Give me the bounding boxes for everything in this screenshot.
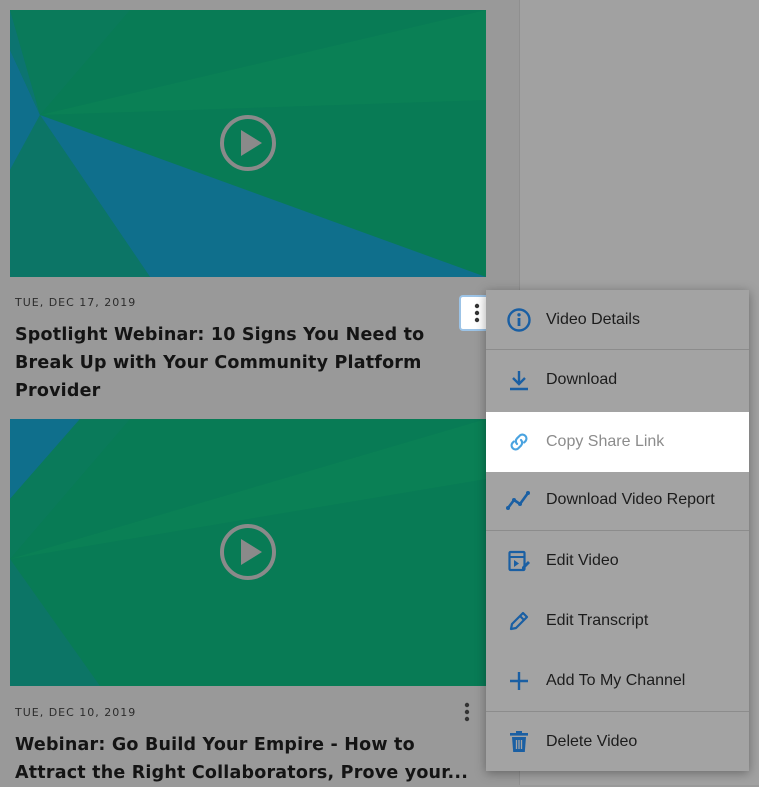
- edit-video-icon: [506, 548, 532, 574]
- video-context-menu: Video Details Download Copy Share Link D…: [486, 290, 749, 771]
- menu-item-label: Edit Transcript: [546, 612, 649, 629]
- more-options-button[interactable]: [451, 696, 483, 728]
- play-circle-icon[interactable]: [219, 523, 277, 581]
- menu-item-label: Add To My Channel: [546, 672, 686, 689]
- video-thumbnail[interactable]: [10, 10, 486, 277]
- info-circle-icon: [506, 307, 532, 333]
- plus-icon: [506, 668, 532, 694]
- pencil-icon: [506, 608, 532, 634]
- video-card[interactable]: TUE, DEC 10, 2019 Webinar: Go Build Your…: [10, 419, 486, 783]
- video-date: TUE, DEC 17, 2019: [15, 296, 137, 309]
- menu-item-label: Delete Video: [546, 733, 638, 750]
- video-title[interactable]: Spotlight Webinar: 10 Signs You Need to …: [15, 321, 485, 405]
- menu-item-label: Download: [546, 371, 618, 388]
- menu-item-label: Download Video Report: [546, 491, 715, 508]
- menu-item-label: Edit Video: [546, 552, 619, 569]
- download-icon: [506, 367, 532, 393]
- chart-line-icon: [506, 487, 532, 513]
- more-vertical-icon: [464, 702, 470, 722]
- menu-item-copy-share-link[interactable]: Copy Share Link: [486, 412, 749, 472]
- menu-item-edit-transcript[interactable]: Edit Transcript: [486, 591, 749, 651]
- menu-item-add-to-my-channel[interactable]: Add To My Channel: [486, 651, 749, 711]
- menu-item-delete-video[interactable]: Delete Video: [486, 712, 749, 772]
- more-vertical-icon: [474, 303, 480, 323]
- menu-item-edit-video[interactable]: Edit Video: [486, 531, 749, 591]
- video-thumbnail[interactable]: [10, 419, 486, 686]
- menu-item-label: Video Details: [546, 311, 640, 328]
- video-date: TUE, DEC 10, 2019: [15, 706, 137, 719]
- video-card[interactable]: TUE, DEC 17, 2019 Spotlight Webinar: 10 …: [10, 10, 493, 401]
- trash-icon: [506, 729, 532, 755]
- video-title[interactable]: Webinar: Go Build Your Empire - How to A…: [15, 731, 485, 787]
- menu-item-video-details[interactable]: Video Details: [486, 290, 749, 350]
- menu-item-download[interactable]: Download: [486, 350, 749, 410]
- menu-item-label: Copy Share Link: [546, 433, 665, 450]
- menu-item-download-video-report[interactable]: Download Video Report: [486, 470, 749, 530]
- play-circle-icon[interactable]: [219, 114, 277, 172]
- link-icon: [506, 429, 532, 455]
